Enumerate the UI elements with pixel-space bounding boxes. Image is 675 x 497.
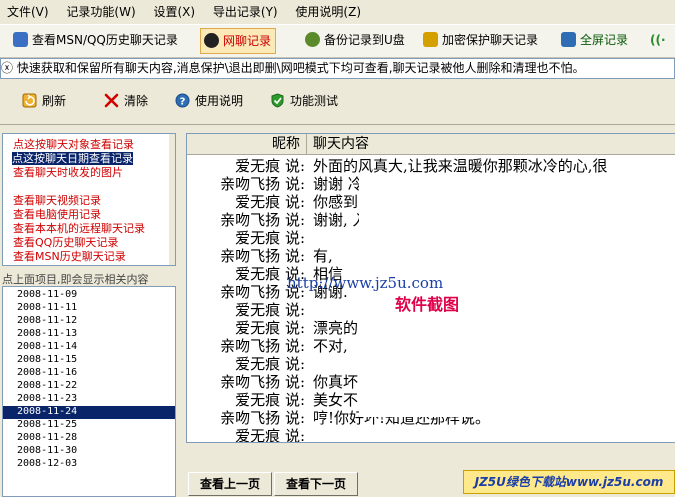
usb-gear-icon xyxy=(305,32,320,47)
menu-record-functions[interactable]: 记录功能(W) xyxy=(59,0,142,24)
date-item[interactable]: 2008-11-30 xyxy=(17,445,77,458)
link-msn-history[interactable]: 查看MSN历史聊天记录 xyxy=(13,250,126,263)
link-remote-chat[interactable]: 查看本本机的远程聊天记录 xyxy=(13,222,145,235)
chat-log: 昵称 聊天内容 爱无痕 说: 外面的风真大,让我来温暖你那颗冰冷的心,很 亲吻飞扬… xyxy=(186,133,675,443)
tab-label: 查看MSN/QQ历史聊天记录 xyxy=(32,33,178,47)
menu-file[interactable]: 文件(V) xyxy=(0,0,56,24)
shield-check-icon xyxy=(270,93,285,108)
clear-label: 清除 xyxy=(124,94,149,108)
menu-settings[interactable]: 设置(X) xyxy=(146,0,202,24)
date-item[interactable]: 2008-11-15 xyxy=(17,354,77,367)
refresh-label: 刷新 xyxy=(42,94,67,108)
lock-icon xyxy=(423,32,438,47)
chat-header: 昵称 聊天内容 xyxy=(187,134,675,155)
chat-nick: 亲吻飞扬 说: xyxy=(220,409,305,427)
chat-nick: 亲吻飞扬 说: xyxy=(220,211,305,229)
help-label: 使用说明 xyxy=(195,94,244,108)
function-test-label: 功能测试 xyxy=(290,94,339,108)
chat-message: 漂亮的 xyxy=(313,319,359,337)
main-panel: 昵称 聊天内容 爱无痕 说: 外面的风真大,让我来温暖你那颗冰冷的心,很 亲吻飞扬… xyxy=(186,129,675,496)
link-qq-history[interactable]: 查看QQ历史聊天记录 xyxy=(13,236,118,249)
clear-x-icon xyxy=(104,93,119,108)
date-item[interactable]: 2008-12-03 xyxy=(17,458,77,471)
wireless-icon: ((· xyxy=(650,33,666,47)
date-item[interactable]: 2008-11-12 xyxy=(17,315,77,328)
prev-page-button[interactable]: 查看上一页 xyxy=(188,472,272,496)
date-item[interactable]: 2008-11-25 xyxy=(17,419,77,432)
chat-message: 有, xyxy=(313,247,333,265)
date-item[interactable]: 2008-11-14 xyxy=(17,341,77,354)
blurred-overlay xyxy=(359,177,569,417)
notice-bar: ⓧ 快速获取和保留所有聊天内容,消息保护\退出即删\网吧模式下均可查看,聊天记录… xyxy=(0,58,675,79)
chat-message: 你真坏 xyxy=(313,373,359,391)
chat-nick: 爱无痕 说: xyxy=(235,319,305,337)
brand-banner: JZ5U绿色下载站www.jz5u.com xyxy=(463,470,675,494)
link-by-date[interactable]: 点这按聊天日期查看记录 xyxy=(12,152,133,165)
tab-web-chat[interactable]: 网聊记录 xyxy=(200,28,277,54)
help-icon: ? xyxy=(175,93,190,108)
link-chat-images[interactable]: 查看聊天时收发的图片 xyxy=(13,166,123,179)
refresh-button[interactable]: 刷新 xyxy=(22,90,66,112)
chat-row[interactable]: 爱无痕 说: 外面的风真大,让我来温暖你那颗冰冷的心,很 xyxy=(187,157,675,175)
tab-label: 网聊记录 xyxy=(223,34,272,48)
function-test-button[interactable]: 功能测试 xyxy=(270,90,338,112)
tab-msn-qq-history[interactable]: 查看MSN/QQ历史聊天记录 xyxy=(10,28,182,52)
link-pc-usage[interactable]: 查看电脑使用记录 xyxy=(13,208,101,221)
menu-export[interactable]: 导出记录(Y) xyxy=(206,0,285,24)
chat-nick: 爱无痕 说: xyxy=(235,355,305,373)
feature-tabs: 查看MSN/QQ历史聊天记录 网聊记录 备份记录到U盘 加密保护聊天记录 全屏记… xyxy=(0,24,675,58)
date-item[interactable]: 2008-11-28 xyxy=(17,432,77,445)
date-item[interactable]: 2008-11-22 xyxy=(17,380,77,393)
chat-row[interactable]: 爱无痕 说: xyxy=(187,427,675,443)
next-page-button[interactable]: 查看下一页 xyxy=(274,472,358,496)
tab-fullscreen[interactable]: 全屏记录 xyxy=(558,28,632,52)
date-item[interactable]: 2008-11-13 xyxy=(17,328,77,341)
link-list-scrollbar[interactable] xyxy=(169,134,175,265)
chat-nick: 爱无痕 说: xyxy=(235,193,305,211)
function-link-list: 点这按聊天对象查看记录 点这按聊天日期查看记录 查看聊天时收发的图片 查看聊天视… xyxy=(2,133,176,266)
refresh-icon xyxy=(22,93,37,108)
date-item-selected[interactable]: 2008-11-24 xyxy=(3,406,175,419)
toolbar: 刷新 清除 ? 使用说明 功能测试 xyxy=(0,80,675,125)
chat-nick: 爱无痕 说: xyxy=(235,157,305,175)
qq-penguin-icon xyxy=(204,33,219,48)
chat-message: 不对, xyxy=(313,337,348,355)
date-item[interactable]: 2008-11-11 xyxy=(17,302,77,315)
tab-label: 全屏记录 xyxy=(580,33,629,47)
tab-wireless[interactable]: ((· xyxy=(648,28,670,52)
svg-text:?: ? xyxy=(180,97,186,108)
tab-encrypt[interactable]: 加密保护聊天记录 xyxy=(420,28,542,52)
hint-text: 点上面项目,即会显示相关内容 xyxy=(2,273,149,286)
watermark-label: 软件截图 xyxy=(395,295,460,314)
link-video-records[interactable]: 查看聊天视频记录 xyxy=(13,194,101,207)
clear-button[interactable]: 清除 xyxy=(104,90,148,112)
date-item[interactable]: 2008-11-23 xyxy=(17,393,77,406)
link-by-contact[interactable]: 点这按聊天对象查看记录 xyxy=(13,138,134,151)
date-list: 2008-11-09 2008-11-11 2008-11-12 2008-11… xyxy=(2,286,176,497)
tab-label: 加密保护聊天记录 xyxy=(442,33,539,47)
help-button[interactable]: ? 使用说明 xyxy=(175,90,243,112)
tab-label: 备份记录到U盘 xyxy=(324,33,405,47)
msn-icon xyxy=(13,32,28,47)
chat-nick: 爱无痕 说: xyxy=(235,301,305,319)
tab-backup-usb[interactable]: 备份记录到U盘 xyxy=(302,28,409,52)
chat-message: 外面的风真大,让我来温暖你那颗冰冷的心,很 xyxy=(313,157,608,175)
column-header-content[interactable]: 聊天内容 xyxy=(313,134,369,154)
monitor-icon xyxy=(561,32,576,47)
date-item[interactable]: 2008-11-16 xyxy=(17,367,77,380)
date-item[interactable]: 2008-11-09 xyxy=(17,289,77,302)
menu-help[interactable]: 使用说明(Z) xyxy=(288,0,368,24)
chat-nick: 爱无痕 说: xyxy=(235,391,305,409)
chat-nick: 亲吻飞扬 说: xyxy=(220,175,305,193)
left-panel: 点这按聊天对象查看记录 点这按聊天日期查看记录 查看聊天时收发的图片 查看聊天视… xyxy=(0,129,176,497)
chat-nick: 亲吻飞扬 说: xyxy=(220,373,305,391)
chat-nick: 爱无痕 说: xyxy=(235,229,305,247)
column-header-nickname[interactable]: 昵称 xyxy=(187,134,307,154)
chat-nick: 亲吻飞扬 说: xyxy=(220,247,305,265)
chat-nick: 爱无痕 说: xyxy=(235,427,305,443)
chat-nick: 亲吻飞扬 说: xyxy=(220,337,305,355)
menu-bar: 文件(V) 记录功能(W) 设置(X) 导出记录(Y) 使用说明(Z) xyxy=(0,0,675,24)
watermark-url: http://www.jz5u.com xyxy=(287,274,444,292)
